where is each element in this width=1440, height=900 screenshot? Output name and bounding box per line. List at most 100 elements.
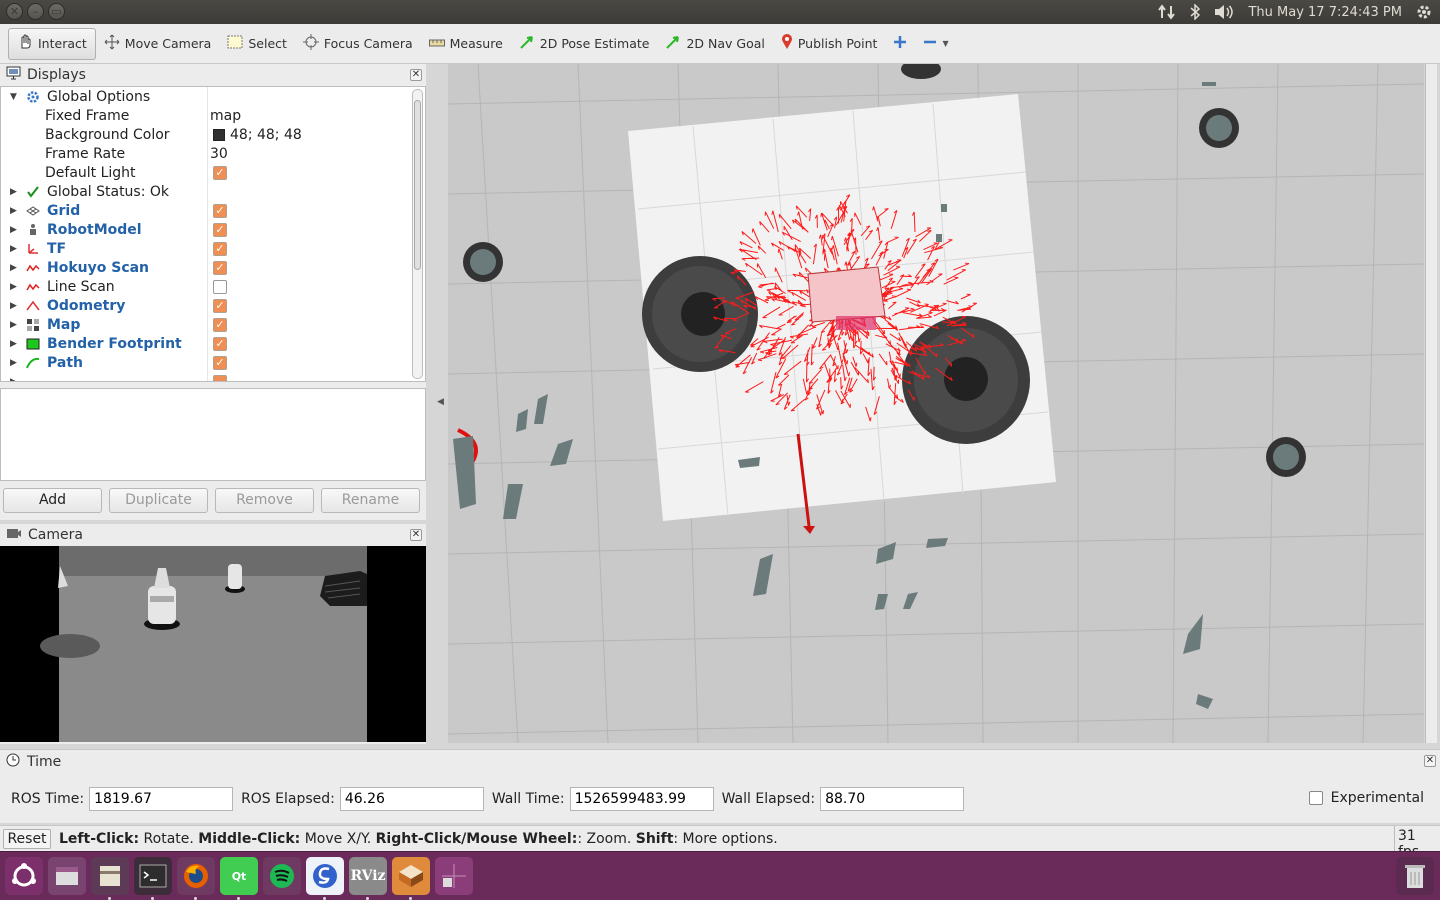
2d-pose-estimate-tool[interactable]: 2D Pose Estimate <box>511 28 658 60</box>
expand-arrow-icon[interactable]: ▼ <box>10 92 17 102</box>
display-label: Path <box>47 354 83 371</box>
collapse-left-arrow-icon[interactable]: ◀ <box>437 397 444 407</box>
expand-arrow-icon[interactable]: ▶ <box>10 282 17 292</box>
publish-point-tool[interactable]: Publish Point <box>773 28 886 60</box>
tree-row-map[interactable]: ▶ Map ✓ <box>1 315 411 334</box>
path-checkbox[interactable]: ✓ <box>213 355 227 370</box>
remove-button[interactable]: Remove <box>215 488 314 513</box>
expand-arrow-icon[interactable]: ▶ <box>10 244 17 254</box>
gazebo-icon[interactable] <box>392 857 430 895</box>
bluetooth-icon[interactable] <box>1190 4 1201 20</box>
tree-row-fixed-frame[interactable]: Fixed Frame map <box>1 106 411 125</box>
focus-camera-tool[interactable]: Focus Camera <box>295 28 421 60</box>
close-camera-panel-button[interactable]: ✕ <box>410 529 422 541</box>
tree-row-global-options[interactable]: ▼ Global Options <box>1 87 411 106</box>
wall-time-field[interactable] <box>569 787 714 811</box>
measure-tool[interactable]: Measure <box>421 28 511 60</box>
trash-icon[interactable] <box>1396 857 1434 895</box>
tree-row-odometry[interactable]: ▶ Odometry ✓ <box>1 296 411 315</box>
experimental-toggle[interactable]: Experimental <box>1308 790 1424 806</box>
settings-gear-icon[interactable] <box>1416 4 1432 20</box>
fps-counter: 31 fps <box>1394 826 1440 860</box>
expand-arrow-icon[interactable]: ▶ <box>10 225 17 235</box>
expand-arrow-icon[interactable]: ▶ <box>10 187 17 197</box>
duplicate-button[interactable]: Duplicate <box>109 488 208 513</box>
qt-creator-icon[interactable]: Qt <box>220 857 258 895</box>
wall-elapsed-label: Wall Elapsed: <box>721 791 816 807</box>
tree-row-frame-rate[interactable]: Frame Rate 30 <box>1 144 411 163</box>
tree-row-default-light[interactable]: Default Light ✓ <box>1 163 411 182</box>
line-scan-checkbox[interactable] <box>213 279 227 294</box>
grid-checkbox[interactable]: ✓ <box>213 203 227 218</box>
rviz-3d-view[interactable] <box>448 64 1424 743</box>
remove-tool-button[interactable]: ▼ <box>915 28 956 60</box>
expand-arrow-icon[interactable]: ▶ <box>10 320 17 330</box>
simplenote-icon[interactable] <box>306 857 344 895</box>
tree-row-global-status[interactable]: ▶ Global Status: Ok <box>1 182 411 201</box>
reset-button[interactable]: Reset <box>3 829 51 849</box>
file-manager-icon[interactable] <box>91 857 129 895</box>
rviz-icon[interactable]: RViz <box>349 857 387 895</box>
volume-icon[interactable] <box>1214 4 1234 20</box>
close-window-button[interactable]: ✕ <box>6 3 23 20</box>
hand-icon <box>17 34 33 53</box>
tree-row-robotmodel[interactable]: ▶ RobotModel ✓ <box>1 220 411 239</box>
spotify-icon[interactable] <box>263 857 301 895</box>
background-color-value[interactable]: 48; 48; 48 <box>210 127 302 143</box>
network-icon[interactable] <box>1158 4 1176 20</box>
add-button[interactable]: Add <box>3 488 102 513</box>
ubuntu-dash-icon[interactable] <box>5 857 43 895</box>
map-pin-icon <box>781 34 793 53</box>
close-time-panel-button[interactable]: ✕ <box>1424 755 1436 767</box>
minimize-window-button[interactable]: – <box>27 3 44 20</box>
experimental-checkbox[interactable] <box>1308 791 1323 805</box>
default-light-checkbox[interactable]: ✓ <box>213 165 227 180</box>
add-tool-button[interactable] <box>885 28 915 60</box>
expand-arrow-icon[interactable]: ▶ <box>10 301 17 311</box>
tf-checkbox[interactable]: ✓ <box>213 241 227 256</box>
expand-arrow-icon[interactable]: ▶ <box>10 206 17 216</box>
interact-tool[interactable]: Interact <box>8 27 96 60</box>
nav-goal-arrow-icon <box>665 34 681 53</box>
clock-icon <box>6 753 20 771</box>
tree-row-bender-footprint[interactable]: ▶ Bender Footprint ✓ <box>1 334 411 353</box>
workspace-switcher-icon[interactable] <box>435 857 473 895</box>
robotmodel-checkbox[interactable]: ✓ <box>213 222 227 237</box>
2d-nav-goal-tool[interactable]: 2D Nav Goal <box>657 28 772 60</box>
maximize-window-button[interactable]: ▭ <box>48 3 65 20</box>
tree-row-line-scan[interactable]: ▶ Line Scan <box>1 277 411 296</box>
expand-arrow-icon[interactable]: ▶ <box>10 263 17 273</box>
tree-row-clipped: ▶ <box>1 372 411 381</box>
tree-row-grid[interactable]: ▶ Grid ✓ <box>1 201 411 220</box>
status-hint: Left-Click: Rotate. Middle-Click: Move X… <box>59 831 778 847</box>
tree-row-hokuyo-scan[interactable]: ▶ Hokuyo Scan ✓ <box>1 258 411 277</box>
bender-footprint-checkbox[interactable]: ✓ <box>213 336 227 351</box>
tree-row-tf[interactable]: ▶ TF ✓ <box>1 239 411 258</box>
right-edge-scrollbar[interactable] <box>1425 64 1437 743</box>
camera-icon <box>6 527 22 543</box>
hokuyo-scan-checkbox[interactable]: ✓ <box>213 260 227 275</box>
top-panel: ✕ – ▭ Thu May 17 7:24:43 PM <box>0 0 1440 24</box>
firefox-icon[interactable] <box>177 857 215 895</box>
select-tool[interactable]: Select <box>219 28 295 60</box>
fixed-frame-value[interactable]: map <box>210 108 241 124</box>
close-displays-panel-button[interactable]: ✕ <box>410 69 422 81</box>
tree-row-background-color[interactable]: Background Color 48; 48; 48 <box>1 125 411 144</box>
files-icon[interactable] <box>48 857 86 895</box>
expand-arrow-icon[interactable]: ▶ <box>10 339 17 349</box>
scrollbar-thumb[interactable] <box>414 100 421 270</box>
ruler-icon <box>428 36 445 51</box>
frame-rate-value[interactable]: 30 <box>210 146 228 162</box>
clock[interactable]: Thu May 17 7:24:43 PM <box>1248 5 1402 20</box>
move-camera-tool[interactable]: Move Camera <box>96 28 220 60</box>
expand-arrow-icon[interactable]: ▶ <box>10 358 17 368</box>
terminal-icon[interactable] <box>134 857 172 895</box>
map-checkbox[interactable]: ✓ <box>213 317 227 332</box>
tree-row-path[interactable]: ▶ Path ✓ <box>1 353 411 372</box>
ros-elapsed-field[interactable] <box>339 787 484 811</box>
wall-elapsed-field[interactable] <box>820 787 965 811</box>
rename-button[interactable]: Rename <box>321 488 420 513</box>
ros-time-field[interactable] <box>89 787 234 811</box>
odometry-checkbox[interactable]: ✓ <box>213 298 227 313</box>
displays-scrollbar[interactable] <box>412 89 423 379</box>
